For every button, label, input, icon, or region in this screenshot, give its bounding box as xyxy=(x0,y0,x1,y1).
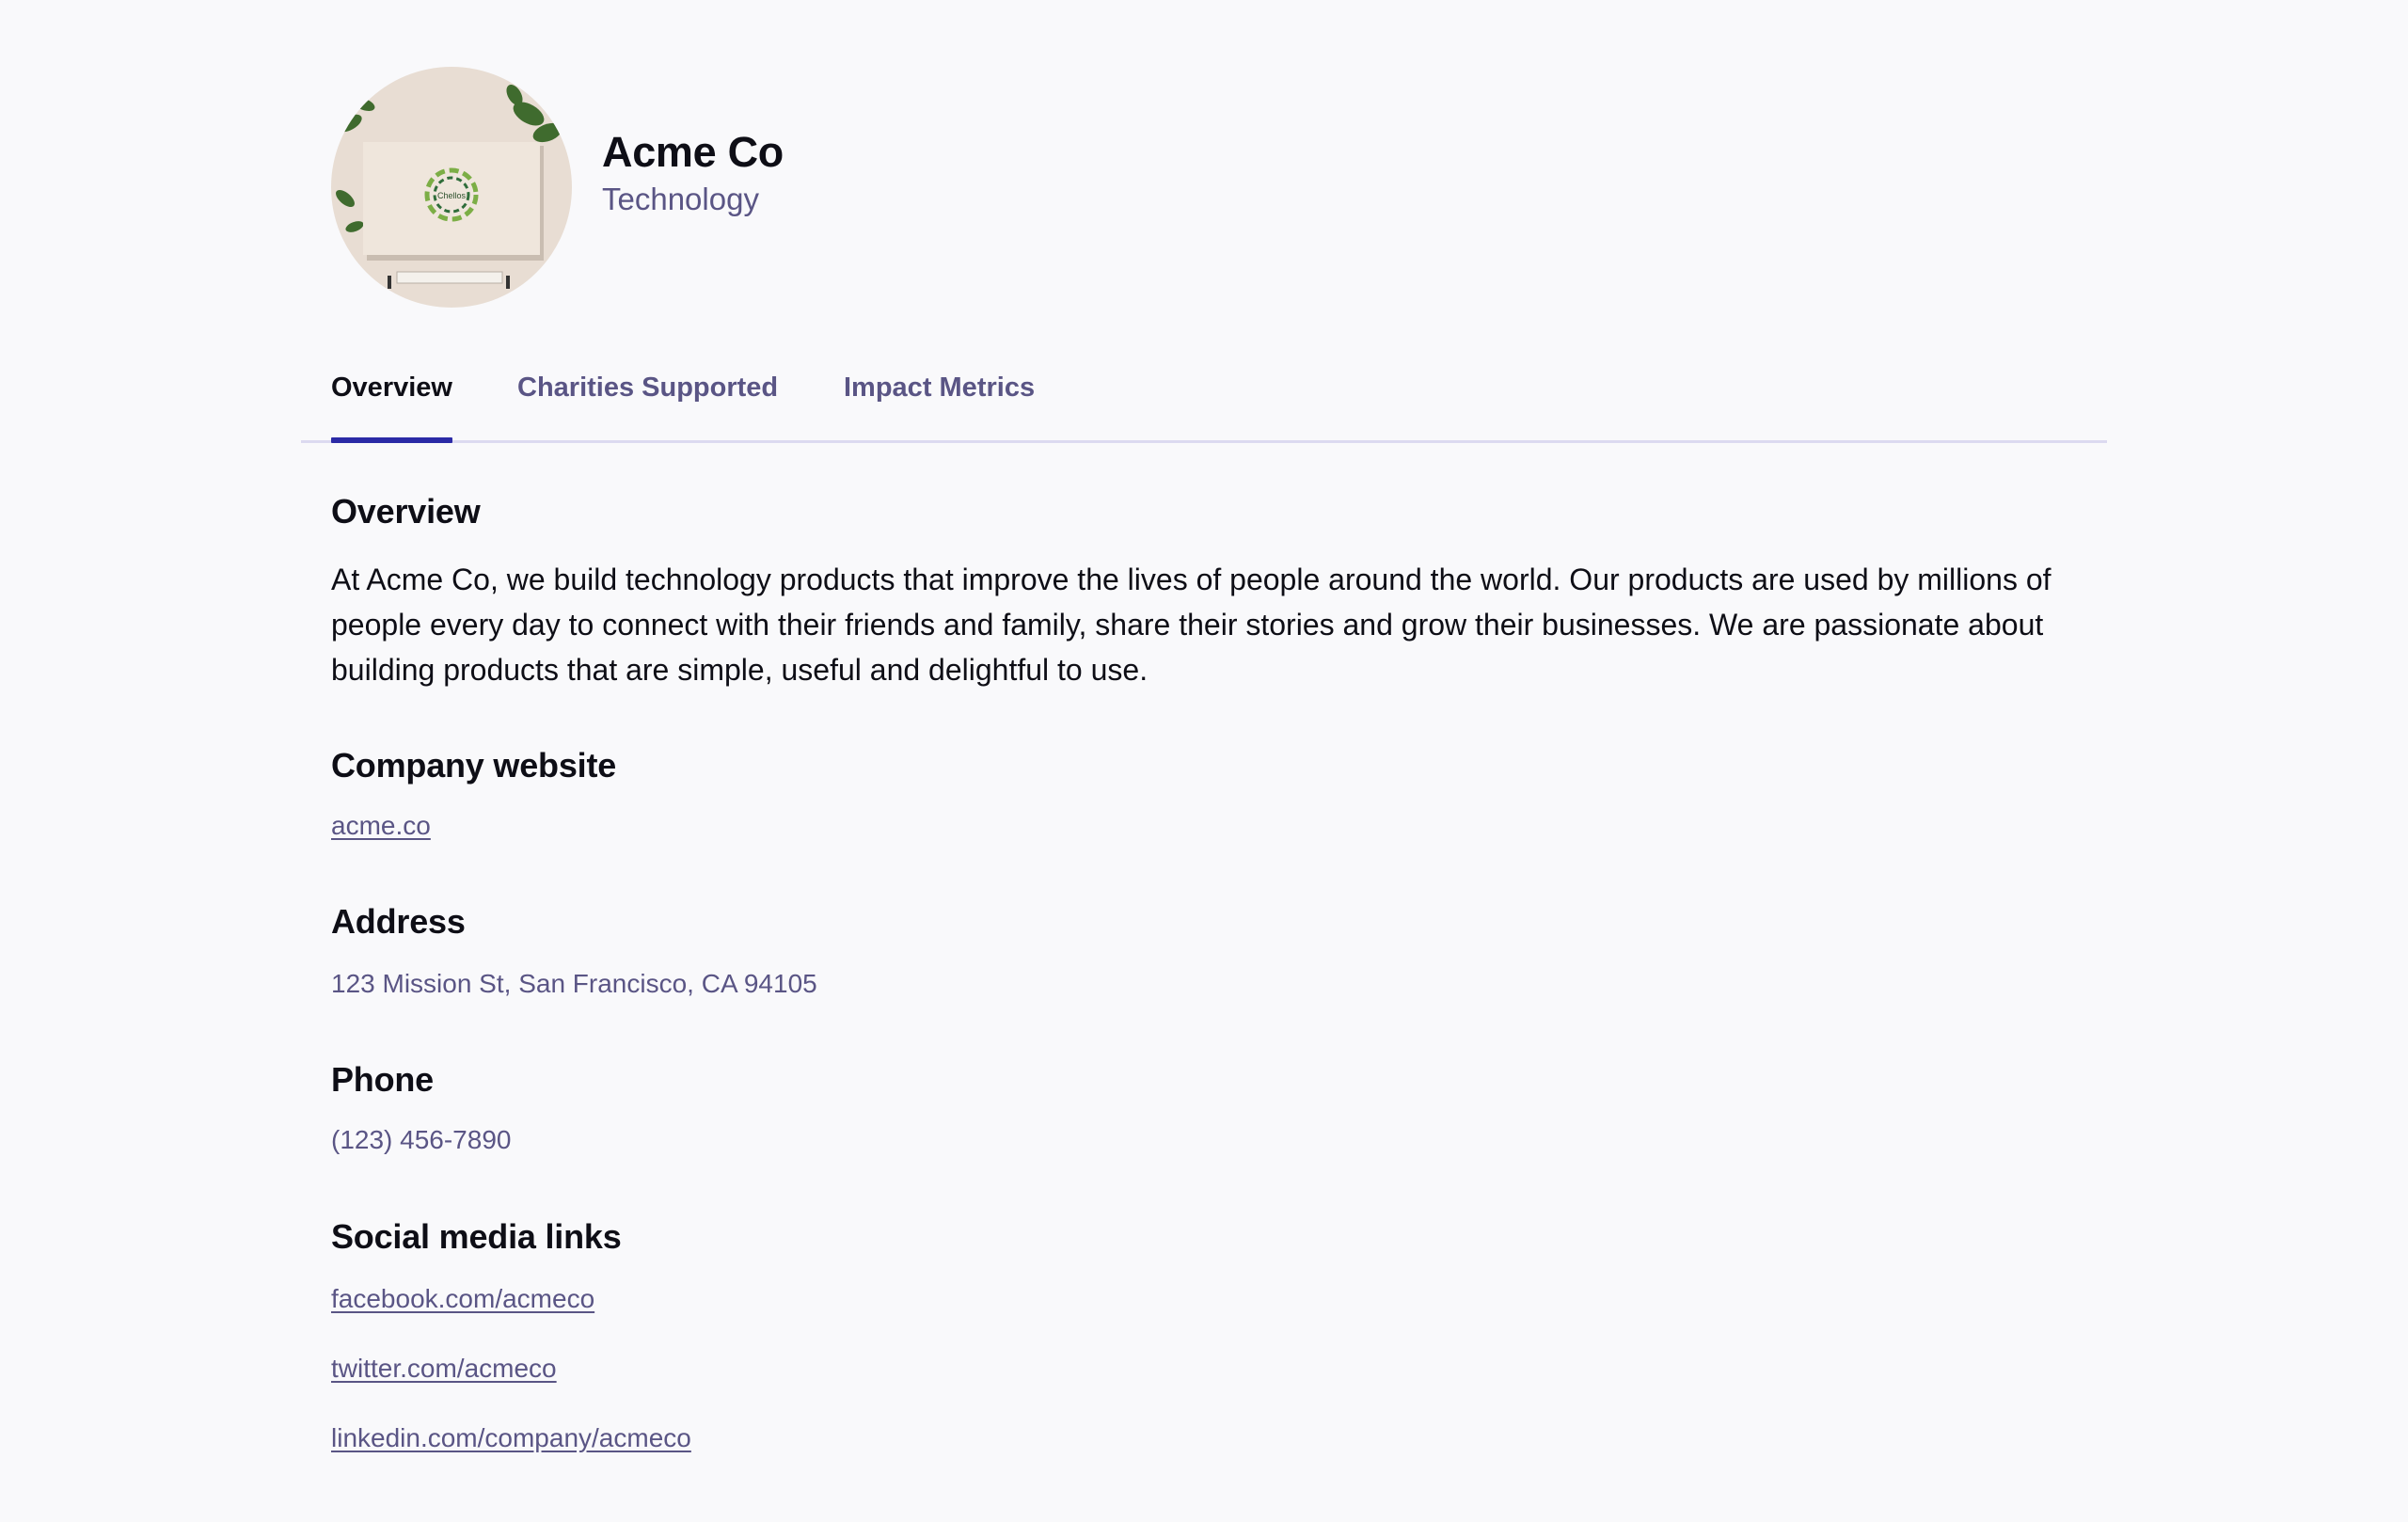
logo-text: Chellos xyxy=(437,191,467,200)
social-link-twitter[interactable]: twitter.com/acmeco xyxy=(331,1350,557,1387)
social-link-linkedin[interactable]: linkedin.com/company/acmeco xyxy=(331,1419,691,1457)
overview-section: Overview At Acme Co, we build technology… xyxy=(331,489,2099,692)
website-section: Company website acme.co xyxy=(331,743,616,845)
social-heading: Social media links xyxy=(331,1217,622,1256)
tab-charities-supported[interactable]: Charities Supported xyxy=(517,357,778,440)
social-link-facebook[interactable]: facebook.com/acmeco xyxy=(331,1280,594,1318)
phone-heading: Phone xyxy=(331,1060,435,1099)
company-name: Acme Co xyxy=(602,128,784,176)
phone-section: Phone (123) 456-7890 xyxy=(331,1057,511,1159)
social-section: Social media links facebook.com/acmeco t… xyxy=(331,1214,691,1457)
profile-header: Chellos Acme Co Technology xyxy=(331,67,784,308)
company-avatar: Chellos xyxy=(331,67,572,308)
tab-impact-metrics[interactable]: Impact Metrics xyxy=(844,357,1035,440)
profile-tabs: Overview Charities Supported Impact Metr… xyxy=(301,357,2107,443)
address-section: Address 123 Mission St, San Francisco, C… xyxy=(331,899,817,1003)
overview-heading: Overview xyxy=(331,492,481,531)
phone-value: (123) 456-7890 xyxy=(331,1125,512,1154)
company-category: Technology xyxy=(602,182,759,216)
address-heading: Address xyxy=(331,902,466,941)
company-logo-image: Chellos xyxy=(331,67,572,308)
overview-description: At Acme Co, we build technology products… xyxy=(331,563,2052,687)
company-title-block: Acme Co Technology xyxy=(602,126,784,220)
address-value: 123 Mission St, San Francisco, CA 94105 xyxy=(331,969,817,998)
website-heading: Company website xyxy=(331,746,617,785)
tab-overview[interactable]: Overview xyxy=(331,357,452,443)
website-link[interactable]: acme.co xyxy=(331,807,431,845)
